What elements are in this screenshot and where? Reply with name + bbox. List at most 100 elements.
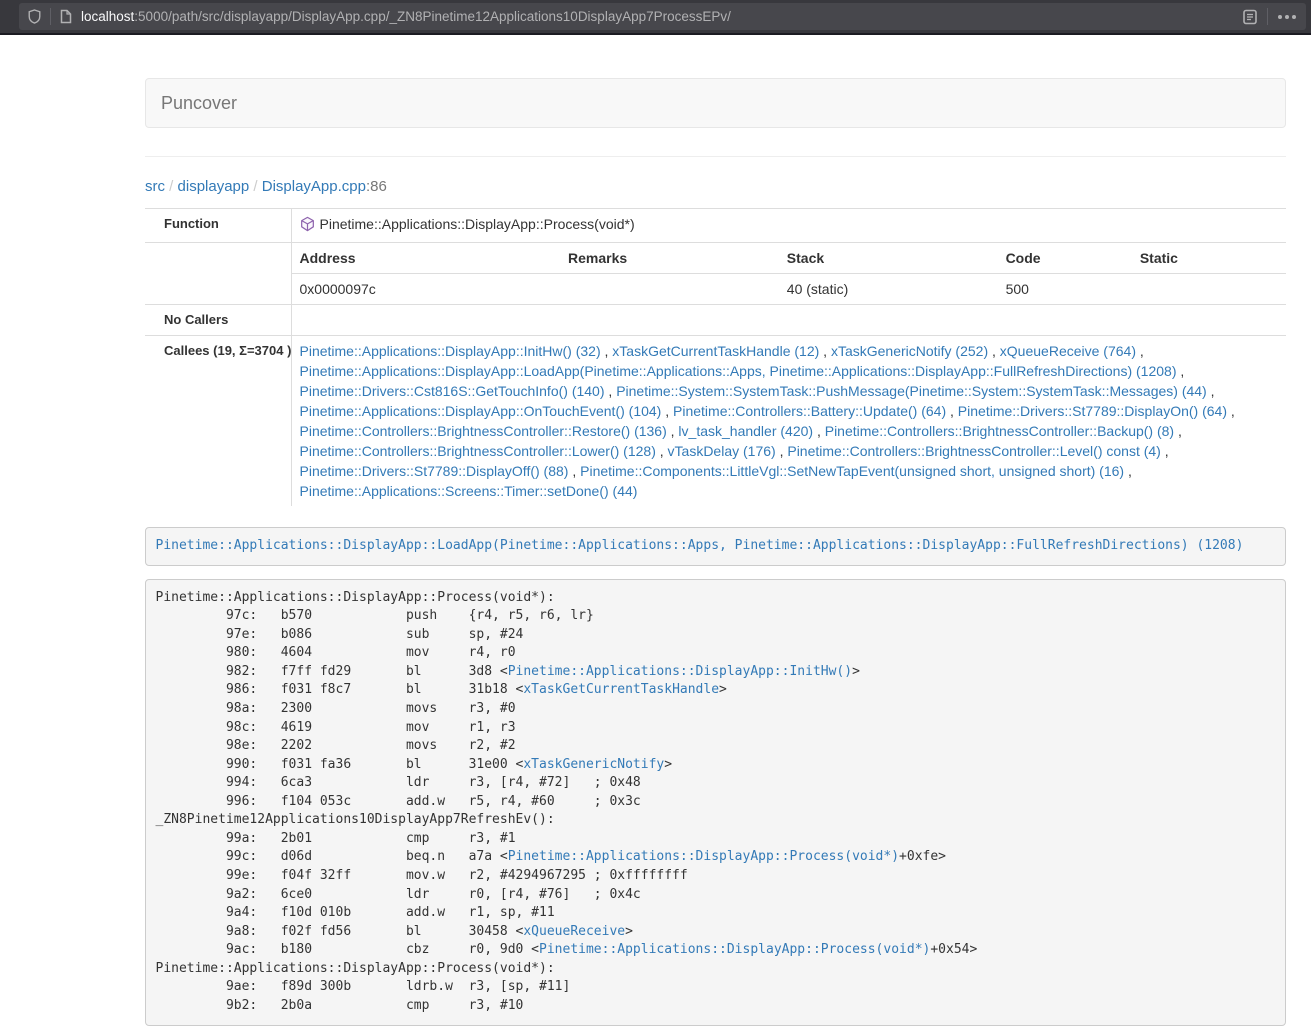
asm-symbol-link[interactable]: Pinetime::Applications::DisplayApp::Proc… [508,849,899,864]
url-path: :5000/path/src/displayapp/DisplayApp.cpp… [134,9,731,24]
asm-line: Pinetime::Applications::DisplayApp::Proc… [156,960,1276,979]
asm-line: 980: 4604 mov r4, r0 [156,644,1276,663]
col-address: Address [292,243,561,274]
navbar: Puncover [145,78,1286,128]
asm-symbol-link[interactable]: Pinetime::Applications::DisplayApp::Proc… [539,942,930,957]
code-size-value: 500 [998,274,1132,305]
col-stack: Stack [779,243,998,274]
asm-line: 9a2: 6ce0 ldr r0, [r4, #76] ; 0x4c [156,886,1276,905]
callee-link[interactable]: xTaskGetCurrentTaskHandle (12) [612,343,819,359]
breadcrumb-link[interactable]: DisplayApp.cpp [262,178,366,195]
callee-link[interactable]: xQueueReceive (764) [1000,343,1136,359]
asm-line: 98c: 4619 mov r1, r3 [156,719,1276,738]
divider [145,156,1286,157]
page-icon[interactable] [60,9,72,24]
asm-line: 996: f104 053c add.w r5, r4, #60 ; 0x3c [156,793,1276,812]
breadcrumb-link[interactable]: src [145,178,165,195]
stats-table: Address Remarks Stack Code Static 0x0000… [292,243,1287,304]
package-cube-icon [300,216,315,237]
callees-label: Callees (19, Σ=3704 ) [145,336,291,507]
callee-link[interactable]: Pinetime::System::SystemTask::PushMessag… [616,383,1207,399]
no-callers-label: No Callers [145,305,291,336]
asm-symbol-link[interactable]: xTaskGenericNotify [523,757,664,772]
function-name-cell: Pinetime::Applications::DisplayApp::Proc… [291,209,1286,243]
callee-link[interactable]: Pinetime::Controllers::Battery::Update()… [673,403,946,419]
asm-line: 99c: d06d beq.n a7a <Pinetime::Applicati… [156,848,1276,867]
callee-link[interactable]: Pinetime::Controllers::BrightnessControl… [300,423,667,439]
breadcrumb-line-number: :86 [366,178,387,195]
callee-link[interactable]: Pinetime::Controllers::BrightnessControl… [825,423,1174,439]
callee-link[interactable]: Pinetime::Components::LittleVgl::SetNewT… [580,463,1124,479]
callee-link[interactable]: Pinetime::Drivers::St7789::DisplayOff() … [300,463,569,479]
asm-line: 98e: 2202 movs r2, #2 [156,737,1276,756]
asm-line: _ZN8Pinetime12Applications10DisplayApp7R… [156,811,1276,830]
breadcrumb: src / displayapp / DisplayApp.cpp:86 [145,177,1286,197]
callee-link[interactable]: Pinetime::Drivers::St7789::DisplayOn() (… [958,403,1227,419]
urlbar-divider [50,8,51,25]
callee-link[interactable]: lv_task_handler (420) [678,423,813,439]
function-row: Function Pinetime::Applications::Display… [145,209,1286,243]
stats-value-row: 0x0000097c 40 (static) 500 [292,274,1287,305]
shield-icon[interactable] [28,9,41,24]
reader-mode-icon[interactable] [1242,8,1258,26]
col-remarks: Remarks [560,243,779,274]
snippet-function-link[interactable]: Pinetime::Applications::DisplayApp::Load… [156,538,1244,553]
empty-label-cell [145,243,291,305]
callee-link[interactable]: vTaskDelay (176) [668,443,776,459]
brand-link[interactable]: Puncover [161,93,237,114]
url-text: localhost:5000/path/src/displayapp/Displ… [81,9,1233,24]
callee-link[interactable]: Pinetime::Drivers::Cst816S::GetTouchInfo… [300,383,605,399]
asm-line: 97e: b086 sub sp, #24 [156,626,1276,645]
callers-cell [291,305,1286,336]
browser-toolbar: localhost:5000/path/src/displayapp/Displ… [0,0,1311,35]
asm-line: Pinetime::Applications::DisplayApp::Proc… [156,589,1276,608]
breadcrumb-separator: / [165,178,178,195]
asm-line: 990: f031 fa36 bl 31e00 <xTaskGenericNot… [156,756,1276,775]
address-value: 0x0000097c [292,274,561,305]
no-callers-row: No Callers [145,305,1286,336]
disassembly-block: Pinetime::Applications::DisplayApp::Proc… [145,579,1286,1026]
static-value [1132,274,1286,305]
asm-symbol-link[interactable]: xTaskGetCurrentTaskHandle [523,682,719,697]
callees-row: Callees (19, Σ=3704 ) Pinetime::Applicat… [145,336,1286,507]
callee-link[interactable]: Pinetime::Controllers::BrightnessControl… [300,443,656,459]
asm-line: 98a: 2300 movs r3, #0 [156,700,1276,719]
remarks-value [560,274,779,305]
function-table: Function Pinetime::Applications::Display… [145,208,1286,506]
callee-link[interactable]: Pinetime::Controllers::BrightnessControl… [787,443,1160,459]
callee-link[interactable]: Pinetime::Applications::DisplayApp::OnTo… [300,403,662,419]
asm-line: 994: 6ca3 ldr r3, [r4, #72] ; 0x48 [156,774,1276,793]
breadcrumb-separator: / [249,178,262,195]
asm-line: 99e: f04f 32ff mov.w r2, #4294967295 ; 0… [156,867,1276,886]
asm-line: 9b2: 2b0a cmp r3, #10 [156,997,1276,1016]
page-container: Puncover src / displayapp / DisplayApp.c… [145,35,1286,1026]
asm-line: 9a4: f10d 010b add.w r1, sp, #11 [156,904,1276,923]
asm-line: 986: f031 f8c7 bl 31b18 <xTaskGetCurrent… [156,681,1276,700]
source-line-snippet: Pinetime::Applications::DisplayApp::Load… [145,527,1286,566]
asm-symbol-link[interactable]: xQueueReceive [523,924,625,939]
stats-row-wrapper: Address Remarks Stack Code Static 0x0000… [145,243,1286,305]
col-code: Code [998,243,1132,274]
stats-header-row: Address Remarks Stack Code Static [292,243,1287,274]
url-field[interactable]: localhost:5000/path/src/displayapp/Displ… [19,3,1306,30]
asm-line: 9ac: b180 cbz r0, 9d0 <Pinetime::Applica… [156,941,1276,960]
callee-link[interactable]: xTaskGenericNotify (252) [831,343,988,359]
url-hostname: localhost [81,9,134,24]
page-actions-icon[interactable] [1277,14,1297,20]
callees-cell: Pinetime::Applications::DisplayApp::Init… [291,336,1286,507]
callee-link[interactable]: Pinetime::Applications::DisplayApp::Load… [300,363,1177,379]
callee-link[interactable]: Pinetime::Applications::Screens::Timer::… [300,483,638,499]
callee-link[interactable]: Pinetime::Applications::DisplayApp::Init… [300,343,601,359]
stack-value: 40 (static) [779,274,998,305]
asm-line: 982: f7ff fd29 bl 3d8 <Pinetime::Applica… [156,663,1276,682]
col-static: Static [1132,243,1286,274]
function-name: Pinetime::Applications::DisplayApp::Proc… [320,216,635,232]
asm-line: 9ae: f89d 300b ldrb.w r3, [sp, #11] [156,978,1276,997]
breadcrumb-link[interactable]: displayapp [178,178,250,195]
asm-symbol-link[interactable]: Pinetime::Applications::DisplayApp::Init… [508,664,852,679]
stats-cell: Address Remarks Stack Code Static 0x0000… [291,243,1286,305]
asm-line: 99a: 2b01 cmp r3, #1 [156,830,1276,849]
urlbar-divider [1267,8,1268,25]
function-label: Function [145,209,291,243]
asm-line: 9a8: f02f fd56 bl 30458 <xQueueReceive> [156,923,1276,942]
